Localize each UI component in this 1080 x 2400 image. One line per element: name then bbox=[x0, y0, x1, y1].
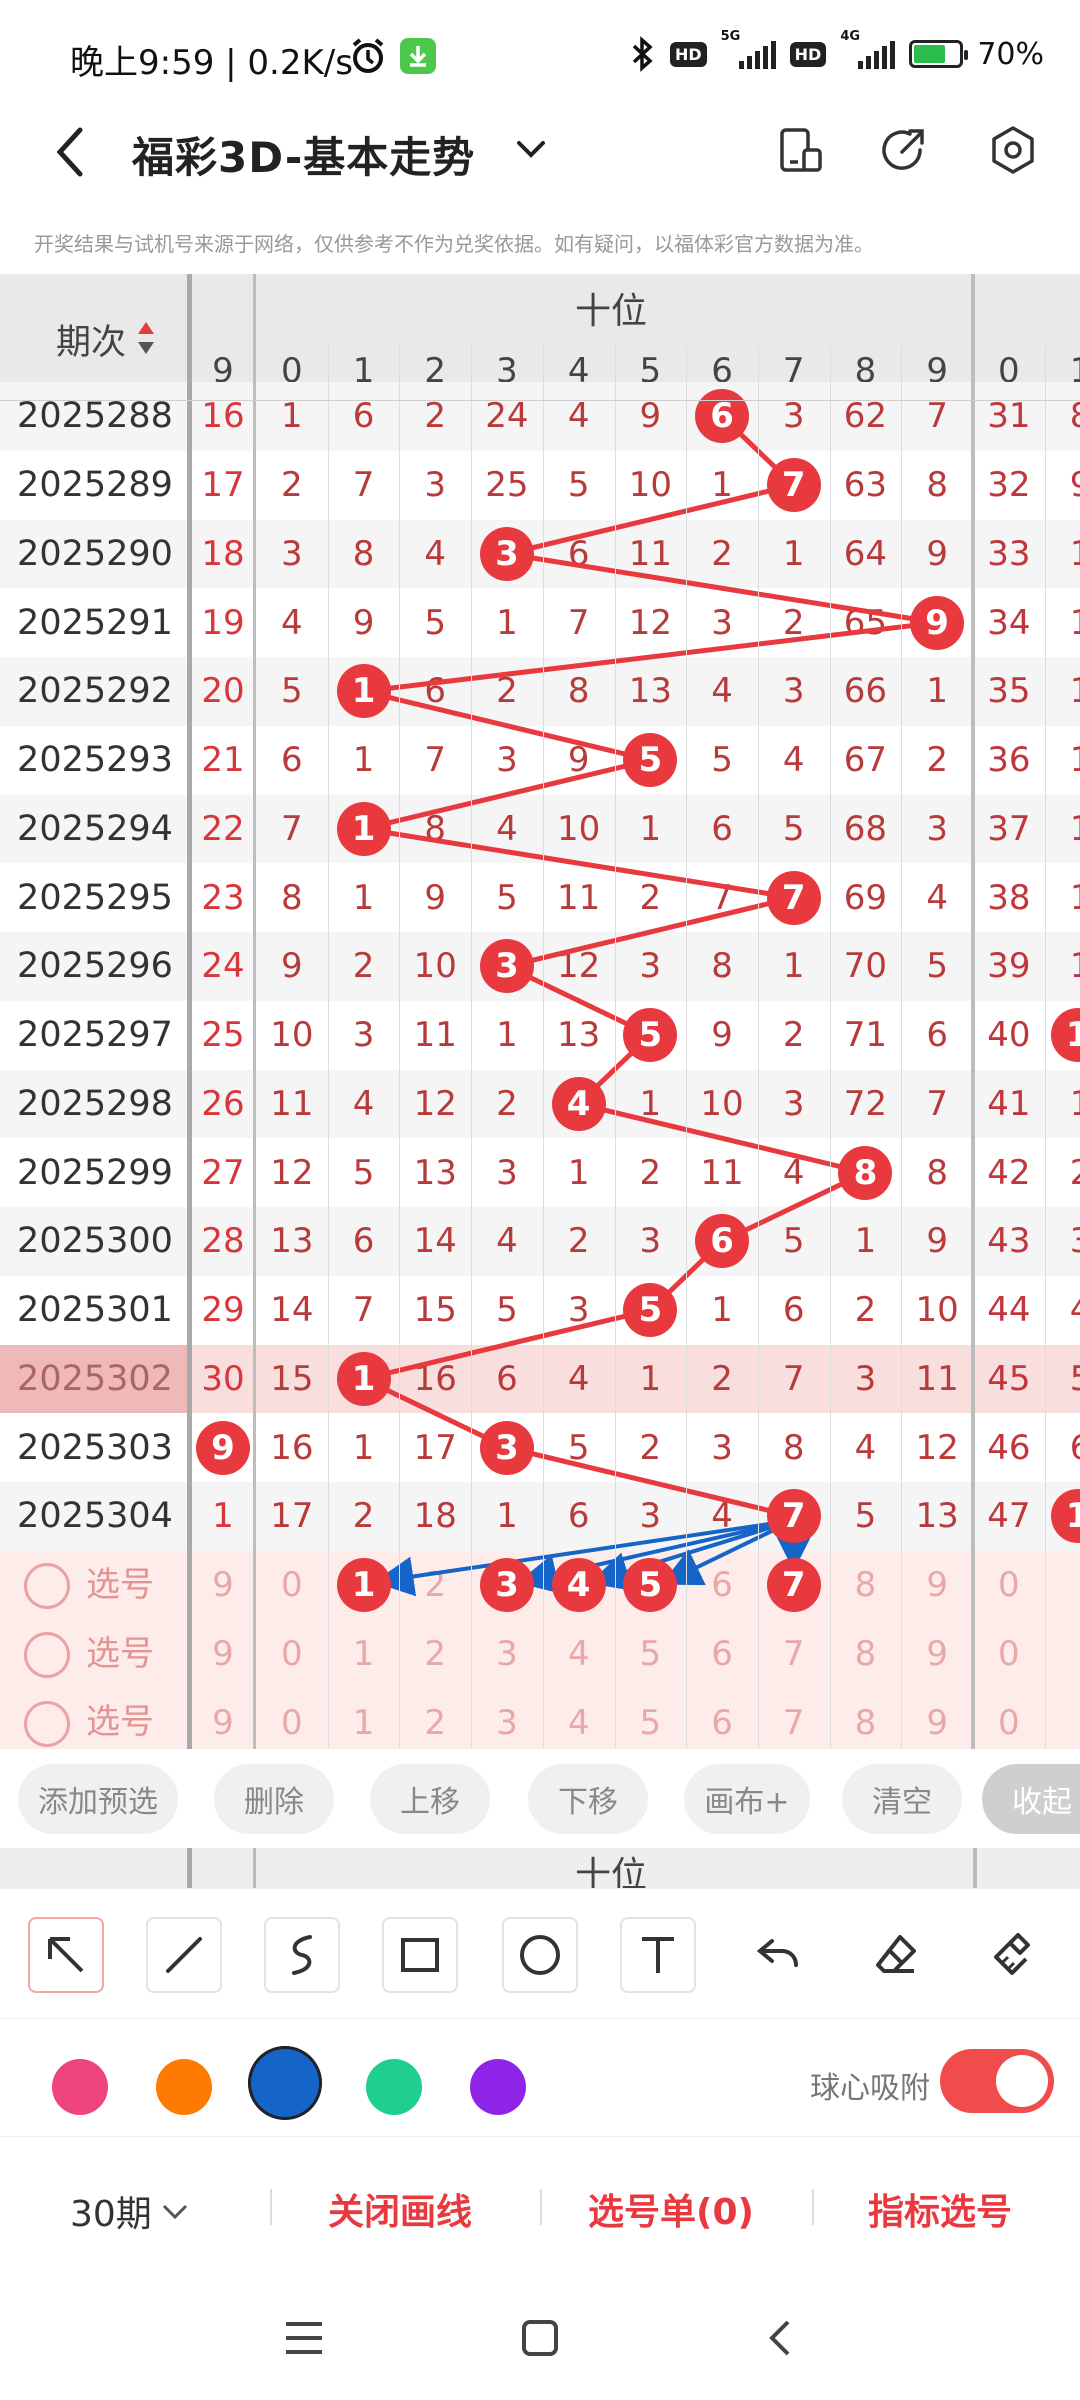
digit-divider bbox=[686, 346, 688, 1749]
status-bar: 晚上9:59 | 0.2K/s HD 5G HD 4G 70% bbox=[0, 0, 1080, 110]
color-green[interactable] bbox=[366, 2059, 422, 2115]
menu-nav-icon[interactable] bbox=[282, 2316, 326, 2364]
drawing-toolbar bbox=[0, 1888, 1080, 2019]
freehand-tool-icon[interactable] bbox=[264, 1917, 340, 1993]
period-count-label: 30期 bbox=[70, 2194, 152, 2235]
trend-table: 期次 十位 9012345678901 20252881616224493627… bbox=[0, 274, 1080, 1749]
disclaimer-text: 开奖结果与试机号来源于网络，仅供参考不作为兑奖依据。如有疑问，以福体彩官方数据为… bbox=[34, 232, 874, 256]
hit-ball: 3 bbox=[479, 1420, 534, 1475]
hd-badge-2: HD bbox=[789, 41, 827, 67]
chevron-down-icon bbox=[162, 2204, 187, 2220]
hit-ball: 1 bbox=[336, 664, 391, 719]
hit-ball: 3 bbox=[479, 939, 534, 994]
color-blue-selected[interactable] bbox=[248, 2046, 322, 2120]
color-purple[interactable] bbox=[470, 2059, 526, 2115]
trend-lines bbox=[356, 414, 938, 1597]
hit-ball: 8 bbox=[838, 1145, 893, 1200]
eraser-icon[interactable] bbox=[858, 1917, 934, 1993]
delete-button[interactable]: 删除 bbox=[214, 1764, 334, 1834]
digit-divider bbox=[542, 346, 544, 1749]
status-right: HD 5G HD 4G 70% bbox=[630, 29, 1044, 72]
move-down-button[interactable]: 下移 bbox=[528, 1764, 648, 1834]
page-title[interactable]: 福彩3D-基本走势 bbox=[132, 124, 475, 185]
digit-divider bbox=[1044, 346, 1046, 1749]
circle-tool-icon[interactable] bbox=[502, 1917, 578, 1993]
back-button[interactable] bbox=[50, 122, 90, 182]
digit-divider bbox=[829, 346, 831, 1749]
color-orange[interactable] bbox=[156, 2059, 212, 2115]
digit-divider bbox=[399, 346, 401, 1749]
collapse-button[interactable]: 收起 bbox=[982, 1764, 1080, 1834]
bottom-bar: 30期 关闭画线 选号单(0) 指标选号 bbox=[0, 2136, 1080, 2272]
color-pink[interactable] bbox=[52, 2059, 108, 2115]
picked-ball[interactable]: 3 bbox=[479, 1558, 534, 1613]
settings-icon[interactable] bbox=[985, 122, 1041, 178]
secondary-header: 十位 bbox=[0, 1848, 1080, 1896]
digit-divider bbox=[901, 346, 903, 1749]
picked-ball[interactable]: 7 bbox=[766, 1558, 821, 1613]
signal-4g-icon: 4G bbox=[840, 29, 896, 69]
hit-ball: 7 bbox=[766, 458, 821, 513]
snap-label: 球心吸附 bbox=[810, 2071, 930, 2106]
snap-toggle-knob bbox=[996, 2055, 1048, 2107]
status-time: 晚上9:59 | 0.2K/s bbox=[70, 43, 353, 83]
bluetooth-icon bbox=[632, 36, 653, 72]
period-count-select[interactable]: 30期 bbox=[70, 2185, 190, 2237]
alarm-icon bbox=[348, 36, 388, 80]
hit-ball: 7 bbox=[766, 1489, 821, 1544]
digit-divider bbox=[614, 346, 616, 1749]
screen-mode-icon[interactable] bbox=[772, 122, 828, 178]
canvas-plus-button[interactable]: 画布+ bbox=[684, 1764, 810, 1834]
hit-ball: 4 bbox=[551, 1076, 606, 1131]
digit-divider bbox=[757, 346, 759, 1749]
rectangle-tool-icon[interactable] bbox=[382, 1917, 458, 1993]
period-divider bbox=[187, 274, 192, 1749]
hit-ball: 3 bbox=[479, 526, 534, 581]
hit-ball: 9 bbox=[910, 595, 965, 650]
digit-divider bbox=[471, 346, 473, 1749]
title-dropdown-icon[interactable] bbox=[513, 134, 549, 168]
indicator-select-button[interactable]: 指标选号 bbox=[868, 2183, 1012, 2235]
page-title-text: 福彩3D-基本走势 bbox=[132, 133, 476, 182]
clear-button[interactable]: 清空 bbox=[842, 1764, 962, 1834]
hit-ball: 1 bbox=[336, 1351, 391, 1406]
picked-ball[interactable]: 1 bbox=[336, 1558, 391, 1613]
close-lines-button[interactable]: 关闭画线 bbox=[328, 2183, 472, 2235]
arrow-tool-icon[interactable] bbox=[28, 1917, 104, 1993]
move-up-button[interactable]: 上移 bbox=[370, 1764, 490, 1834]
hit-ball: 7 bbox=[766, 870, 821, 925]
home-nav-icon[interactable] bbox=[518, 2316, 562, 2364]
clear-brush-icon[interactable] bbox=[976, 1917, 1052, 1993]
group-divider bbox=[253, 274, 256, 1749]
header-bottom-line bbox=[0, 400, 1080, 401]
color-picker-row: 球心吸附 bbox=[0, 2018, 1080, 2137]
back-nav-icon[interactable] bbox=[760, 2316, 804, 2364]
system-nav-bar bbox=[0, 2280, 1080, 2400]
add-preselect-button[interactable]: 添加预选 bbox=[18, 1764, 178, 1834]
text-tool-icon[interactable] bbox=[620, 1917, 696, 1993]
snap-toggle[interactable] bbox=[940, 2049, 1054, 2113]
selection-list-button[interactable]: 选号单(0) bbox=[588, 2183, 754, 2235]
hit-ball: 1 bbox=[336, 801, 391, 856]
download-icon bbox=[400, 38, 436, 74]
signal-5g-icon: 5G bbox=[721, 29, 776, 69]
group-divider bbox=[971, 274, 975, 1749]
line-tool-icon[interactable] bbox=[146, 1917, 222, 1993]
trend-polyline bbox=[356, 414, 938, 1519]
battery-icon bbox=[909, 40, 969, 68]
picked-ball[interactable]: 4 bbox=[551, 1558, 606, 1613]
battery-level: 70% bbox=[977, 36, 1044, 72]
digit-divider bbox=[327, 346, 329, 1749]
undo-icon[interactable] bbox=[740, 1917, 816, 1993]
hd-badge-1: HD bbox=[669, 41, 707, 67]
share-icon[interactable] bbox=[876, 122, 932, 178]
